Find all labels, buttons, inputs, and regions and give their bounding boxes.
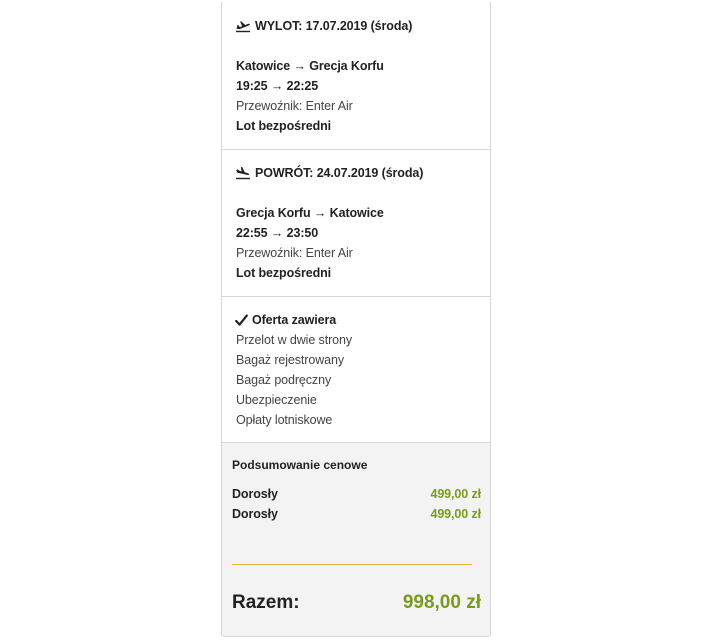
summary-divider <box>232 564 472 565</box>
return-route: Grecja Korfu → Katowice <box>236 206 384 220</box>
outbound-header-text: WYLOT: 17.07.2019 (środa) <box>255 19 413 33</box>
return-flight-card: POWRÓT: 24.07.2019 (środa) Grecja Korfu … <box>221 149 491 297</box>
includes-header: Oferta zawiera <box>235 312 336 328</box>
return-header-text: POWRÓT: 24.07.2019 (środa) <box>255 166 424 180</box>
price-label: Dorosły <box>232 507 278 521</box>
total-row: Razem: 998,00 zł <box>232 590 481 616</box>
return-type: Lot bezpośredni <box>236 266 332 280</box>
outbound-type: Lot bezpośredni <box>236 119 332 133</box>
price-value: 499,00 zł <box>430 507 481 521</box>
price-row-adult-1: Dorosły 499,00 zł <box>232 486 481 502</box>
return-times: 22:55 → 23:50 <box>236 226 319 240</box>
checkmark-icon <box>235 314 248 327</box>
includes-item: Opłaty lotniskowe <box>236 413 333 427</box>
return-carrier: Przewoźnik: Enter Air <box>236 246 353 260</box>
plane-takeoff-icon <box>235 19 251 33</box>
plane-landing-icon <box>235 166 251 180</box>
includes-item: Przelot w dwie strony <box>236 333 352 347</box>
offer-includes-card: Oferta zawiera Przelot w dwie strony Bag… <box>221 296 491 443</box>
price-label: Dorosły <box>232 487 278 501</box>
outbound-flight-card: WYLOT: 17.07.2019 (środa) Katowice → Gre… <box>221 2 491 150</box>
total-label: Razem: <box>232 592 300 613</box>
includes-title: Oferta zawiera <box>252 313 337 327</box>
outbound-times: 19:25 → 22:25 <box>236 79 319 93</box>
summary-title: Podsumowanie cenowe <box>232 458 368 472</box>
total-value: 998,00 zł <box>402 592 481 613</box>
includes-item: Bagaż podręczny <box>236 373 332 387</box>
offer-panel: WYLOT: 17.07.2019 (środa) Katowice → Gre… <box>221 0 491 637</box>
includes-item: Ubezpieczenie <box>236 393 317 407</box>
price-summary-card: Podsumowanie cenowe Dorosły 499,00 zł Do… <box>221 442 491 637</box>
outbound-header: WYLOT: 17.07.2019 (środa) <box>235 18 412 34</box>
return-header: POWRÓT: 24.07.2019 (środa) <box>235 165 423 181</box>
includes-item: Bagaż rejestrowany <box>236 353 344 367</box>
price-value: 499,00 zł <box>430 487 481 501</box>
price-row-adult-2: Dorosły 499,00 zł <box>232 506 481 522</box>
outbound-carrier: Przewoźnik: Enter Air <box>236 99 353 113</box>
outbound-route: Katowice → Grecja Korfu <box>236 59 384 73</box>
